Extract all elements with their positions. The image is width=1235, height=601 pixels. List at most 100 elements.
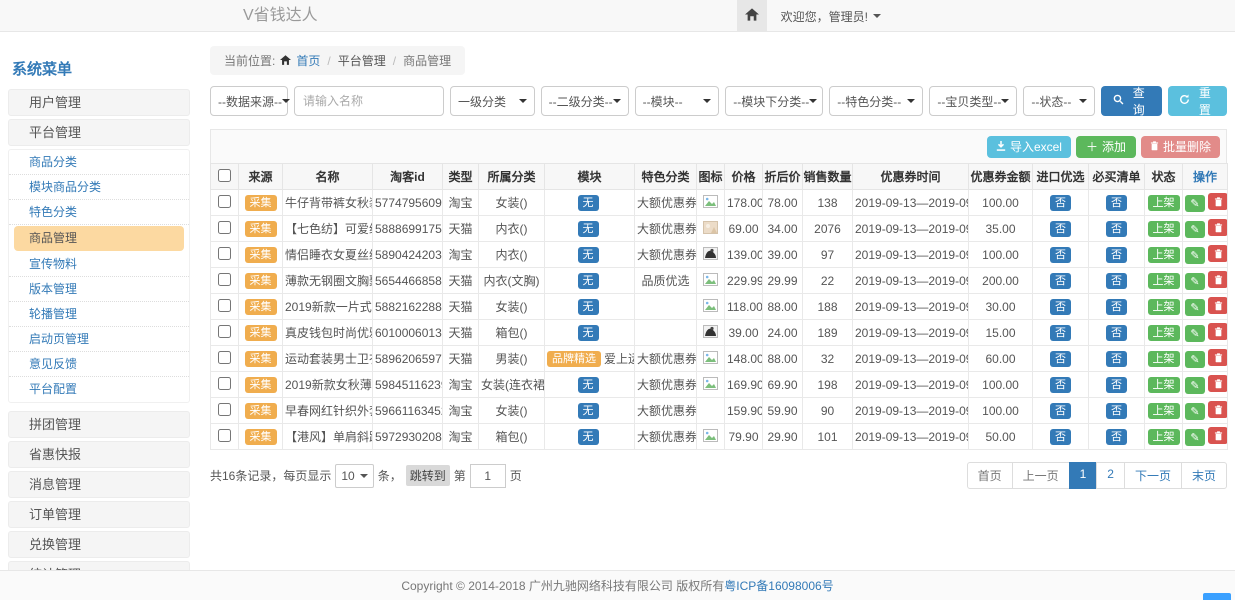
batch-delete-button[interactable]: 批量删除 xyxy=(1141,136,1220,158)
sidebar-subitem-link[interactable]: 启动页管理 xyxy=(9,327,189,352)
edit-button[interactable]: ✎ xyxy=(1185,429,1205,446)
sidebar-subitem-link[interactable]: 模块商品分类 xyxy=(9,175,189,200)
name-search-input[interactable] xyxy=(294,86,444,116)
edit-button[interactable]: ✎ xyxy=(1185,351,1205,368)
icp-link[interactable]: 粤ICP备16098006号 xyxy=(724,579,833,593)
must-buy-toggle[interactable]: 否 xyxy=(1106,221,1127,237)
sidebar-subitem-link[interactable]: 版本管理 xyxy=(9,277,189,302)
edit-button[interactable]: ✎ xyxy=(1185,221,1205,238)
row-checkbox[interactable] xyxy=(218,221,231,234)
sidebar-subitem-link[interactable]: 意见反馈 xyxy=(9,352,189,377)
sidebar-subitem-active[interactable]: 商品管理 xyxy=(14,226,184,251)
status-button[interactable]: 上架 xyxy=(1148,221,1180,237)
row-checkbox[interactable] xyxy=(218,403,231,416)
delete-button[interactable] xyxy=(1208,323,1227,340)
import-select-toggle[interactable]: 否 xyxy=(1050,247,1071,263)
import-select-toggle[interactable]: 否 xyxy=(1050,377,1071,393)
filter-select[interactable]: --模块下分类-- xyxy=(725,86,823,116)
sidebar-subitem-link[interactable]: 平台配置 xyxy=(9,377,189,402)
edit-button[interactable]: ✎ xyxy=(1185,247,1205,264)
sidebar-group-item[interactable]: 统计管理 xyxy=(8,561,190,570)
edit-button[interactable]: ✎ xyxy=(1185,195,1205,212)
page-button-下一页[interactable]: 下一页 xyxy=(1124,462,1182,489)
import-select-toggle[interactable]: 否 xyxy=(1050,299,1071,315)
delete-button[interactable] xyxy=(1208,401,1227,418)
breadcrumb-item-platform[interactable]: 平台管理 xyxy=(338,52,386,69)
module-badge[interactable]: 无 xyxy=(578,247,599,263)
user-menu[interactable]: 欢迎您，管理员! xyxy=(767,0,895,32)
delete-button[interactable] xyxy=(1208,297,1227,314)
delete-button[interactable] xyxy=(1208,245,1227,262)
delete-button[interactable] xyxy=(1208,375,1227,392)
jump-to-button[interactable]: 跳转到 xyxy=(406,465,450,486)
edit-button[interactable]: ✎ xyxy=(1185,403,1205,420)
sidebar-group-item[interactable]: 兑换管理 xyxy=(8,531,190,558)
jump-page-input[interactable] xyxy=(470,464,506,488)
delete-button[interactable] xyxy=(1208,349,1227,366)
module-badge[interactable]: 无 xyxy=(578,221,599,237)
must-buy-toggle[interactable]: 否 xyxy=(1106,351,1127,367)
module-badge[interactable]: 无 xyxy=(578,325,599,341)
import-select-toggle[interactable]: 否 xyxy=(1050,351,1071,367)
status-button[interactable]: 上架 xyxy=(1148,195,1180,211)
sidebar-subitem-link[interactable]: 轮播管理 xyxy=(9,302,189,327)
import-excel-button[interactable]: 导入excel xyxy=(987,136,1071,158)
page-button-1[interactable]: 1 xyxy=(1069,462,1098,489)
row-checkbox[interactable] xyxy=(218,429,231,442)
status-button[interactable]: 上架 xyxy=(1148,403,1180,419)
import-select-toggle[interactable]: 否 xyxy=(1050,325,1071,341)
sidebar-group-item[interactable]: 拼团管理 xyxy=(8,411,190,438)
module-badge[interactable]: 无 xyxy=(578,299,599,315)
filter-select[interactable]: 一级分类 xyxy=(450,86,535,116)
sidebar-subitem-link[interactable]: 商品分类 xyxy=(9,150,189,175)
select-all-checkbox[interactable] xyxy=(218,169,231,182)
row-checkbox[interactable] xyxy=(218,377,231,390)
edit-button[interactable]: ✎ xyxy=(1185,273,1205,290)
must-buy-toggle[interactable]: 否 xyxy=(1106,247,1127,263)
module-badge[interactable]: 无 xyxy=(578,377,599,393)
filter-select[interactable]: --模块-- xyxy=(635,86,720,116)
status-button[interactable]: 上架 xyxy=(1148,325,1180,341)
sidebar-group-item[interactable]: 省惠快报 xyxy=(8,441,190,468)
must-buy-toggle[interactable]: 否 xyxy=(1106,273,1127,289)
delete-button[interactable] xyxy=(1208,193,1227,210)
sidebar-item-platform-management[interactable]: 平台管理 xyxy=(8,119,190,146)
sidebar-subitem-link[interactable]: 宣传物料 xyxy=(9,252,189,277)
module-badge[interactable]: 无 xyxy=(578,403,599,419)
must-buy-toggle[interactable]: 否 xyxy=(1106,325,1127,341)
filter-select[interactable]: --二级分类-- xyxy=(541,86,629,116)
must-buy-toggle[interactable]: 否 xyxy=(1106,377,1127,393)
per-page-select[interactable]: 10 xyxy=(335,464,373,488)
edit-button[interactable]: ✎ xyxy=(1185,325,1205,342)
module-badge[interactable]: 无 xyxy=(578,429,599,445)
delete-button[interactable] xyxy=(1208,427,1227,444)
sidebar-group-item[interactable]: 订单管理 xyxy=(8,501,190,528)
row-checkbox[interactable] xyxy=(218,195,231,208)
edit-button[interactable]: ✎ xyxy=(1185,377,1205,394)
status-button[interactable]: 上架 xyxy=(1148,377,1180,393)
sidebar-item-user-management[interactable]: 用户管理 xyxy=(8,89,190,116)
header-checkbox-cell[interactable] xyxy=(211,164,239,190)
row-checkbox[interactable] xyxy=(218,325,231,338)
must-buy-toggle[interactable]: 否 xyxy=(1106,299,1127,315)
status-button[interactable]: 上架 xyxy=(1148,273,1180,289)
sidebar-group-item[interactable]: 消息管理 xyxy=(8,471,190,498)
delete-button[interactable] xyxy=(1208,271,1227,288)
delete-button[interactable] xyxy=(1208,219,1227,236)
import-select-toggle[interactable]: 否 xyxy=(1050,403,1071,419)
reset-button[interactable]: 重置 xyxy=(1168,86,1227,116)
filter-select[interactable]: --数据来源-- xyxy=(210,86,288,116)
module-badge[interactable]: 品牌精选 xyxy=(547,351,601,367)
status-button[interactable]: 上架 xyxy=(1148,247,1180,263)
add-button[interactable]: ＋ 添加 xyxy=(1076,136,1136,158)
breadcrumb-item-home[interactable]: 首页 xyxy=(296,52,320,69)
must-buy-toggle[interactable]: 否 xyxy=(1106,195,1127,211)
row-checkbox[interactable] xyxy=(218,299,231,312)
import-select-toggle[interactable]: 否 xyxy=(1050,221,1071,237)
edit-button[interactable]: ✎ xyxy=(1185,299,1205,316)
module-badge[interactable]: 无 xyxy=(578,273,599,289)
filter-select[interactable]: --宝贝类型-- xyxy=(929,86,1017,116)
must-buy-toggle[interactable]: 否 xyxy=(1106,429,1127,445)
home-icon-button[interactable] xyxy=(737,0,767,32)
back-to-top-button[interactable] xyxy=(1203,593,1231,600)
